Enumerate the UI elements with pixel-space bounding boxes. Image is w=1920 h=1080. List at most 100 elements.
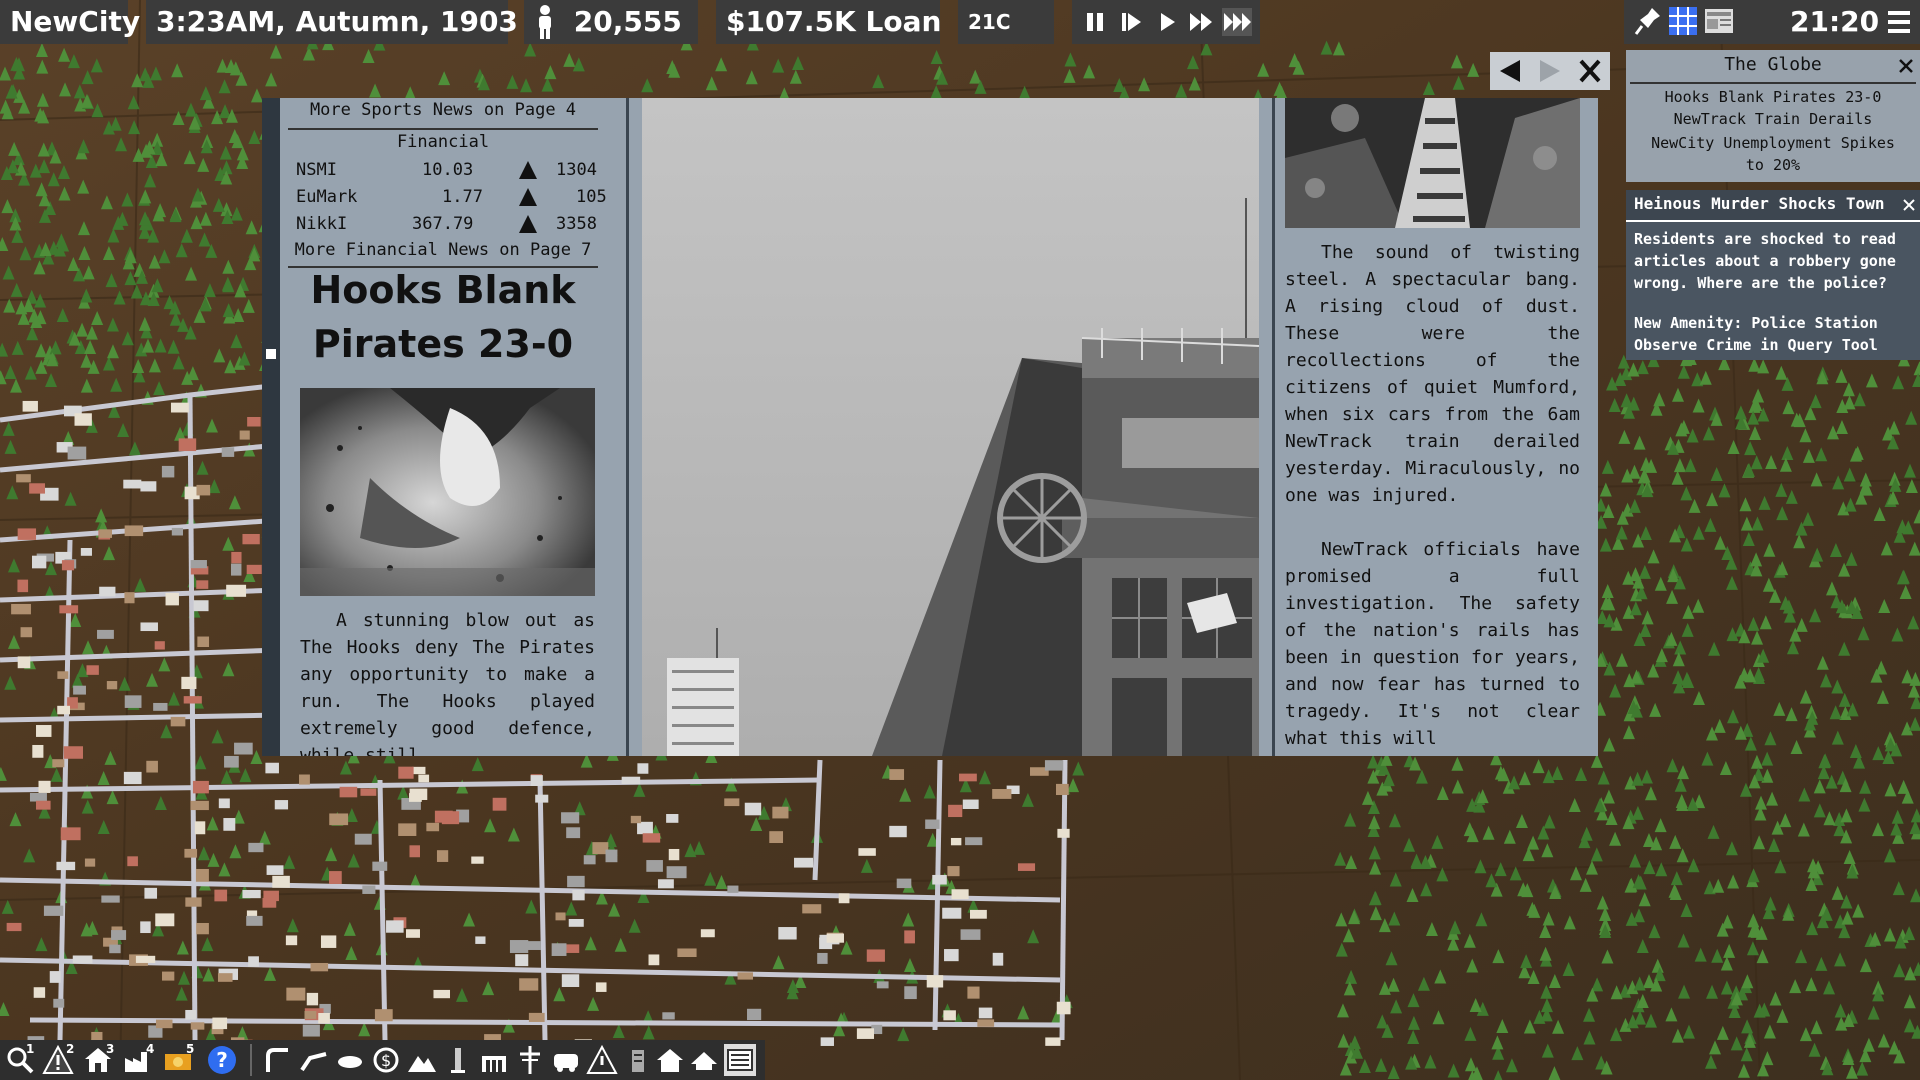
house: [858, 848, 876, 856]
close-icon[interactable]: [1902, 198, 1916, 212]
close-newspaper-button[interactable]: [1570, 52, 1610, 90]
newspaper-left-border: [262, 98, 280, 756]
amenity-line-2: Observe Crime in Query Tool: [1634, 336, 1878, 354]
house: [398, 766, 414, 779]
city-name-box[interactable]: NewCity: [0, 0, 140, 44]
help-button[interactable]: ?: [208, 1046, 236, 1074]
play-icon[interactable]: [1152, 8, 1182, 36]
stock-value: 10.03: [422, 160, 474, 180]
newspaper-icon[interactable]: [1704, 6, 1734, 36]
fast-forward-icon[interactable]: [1186, 8, 1216, 36]
house: [196, 922, 209, 935]
sports-headline-line1[interactable]: Hooks Blank: [280, 268, 606, 312]
house: [926, 975, 944, 988]
train-column: The sound of twisting steel. A spectacul…: [1275, 98, 1598, 756]
house: [666, 866, 687, 879]
house: [140, 921, 151, 934]
building-tool-icon[interactable]: [622, 1044, 654, 1076]
house: [153, 702, 168, 711]
scroll-marker[interactable]: [266, 349, 276, 359]
house: [196, 484, 211, 496]
house: [820, 1037, 834, 1046]
house: [737, 972, 753, 980]
house: [124, 592, 135, 604]
house: [140, 481, 157, 492]
house: [951, 889, 969, 900]
house: [838, 893, 850, 904]
newspaper-tool-icon[interactable]: [724, 1044, 756, 1076]
stock-volume: 3358: [556, 214, 597, 234]
house: [196, 580, 209, 589]
house: [99, 586, 116, 597]
house: [866, 949, 885, 962]
transport-tool-icon[interactable]: [550, 1044, 582, 1076]
close-icon: [1579, 59, 1601, 83]
house: [426, 822, 440, 832]
transit-tool-icon[interactable]: [334, 1044, 366, 1076]
tower-tool-icon[interactable]: [442, 1044, 474, 1076]
rule: [288, 128, 598, 130]
house: [535, 794, 549, 803]
zoning-tool-icon[interactable]: $: [370, 1044, 402, 1076]
population-text: 20,555: [573, 5, 682, 38]
step-icon[interactable]: [1116, 8, 1146, 36]
power-tool-icon[interactable]: [514, 1044, 546, 1076]
house: [265, 762, 279, 774]
globe-headline[interactable]: NewCity Unemployment Spikes to 20%: [1646, 132, 1900, 176]
house: [876, 981, 889, 989]
house: [43, 905, 64, 916]
temperature-text: 21C: [968, 10, 1011, 34]
amenity-tool-icon[interactable]: [478, 1044, 510, 1076]
pin-icon[interactable]: [1634, 6, 1662, 36]
population-box[interactable]: 20,555: [524, 0, 698, 44]
house: [230, 563, 242, 576]
grid-icon[interactable]: [1668, 6, 1698, 36]
house: [84, 858, 96, 867]
house: [329, 813, 349, 826]
house: [59, 605, 79, 614]
house: [744, 802, 762, 816]
house: [959, 773, 977, 782]
house: [992, 789, 1012, 799]
house: [318, 1012, 330, 1024]
house: [161, 465, 175, 478]
house: [146, 760, 158, 773]
previous-page-button[interactable]: [1490, 52, 1530, 90]
terrain-tool-icon[interactable]: [406, 1044, 438, 1076]
globe-panel: The Globe Hooks Blank Pirates 23-0 NewTr…: [1626, 50, 1920, 182]
house: [49, 971, 61, 983]
house: [124, 695, 142, 708]
road-tool-icon[interactable]: [262, 1044, 294, 1076]
stock-row: NSMI 10.03 1304: [280, 160, 597, 186]
badge: 2: [66, 1042, 75, 1056]
house: [272, 875, 290, 888]
home-tool-icon[interactable]: [654, 1044, 686, 1076]
sports-headline-line2[interactable]: Pirates 23-0: [280, 322, 606, 366]
house: [306, 992, 319, 1006]
loan-text: $107.5K Loan: [726, 5, 942, 38]
next-page-button[interactable]: [1530, 52, 1570, 90]
house: [405, 929, 420, 938]
expressway-tool-icon[interactable]: [298, 1044, 330, 1076]
fastest-forward-icon[interactable]: [1222, 8, 1252, 36]
shelter-tool-icon[interactable]: [688, 1044, 720, 1076]
badge: 1: [26, 1042, 35, 1056]
financial-more-link[interactable]: More Financial News on Page 7: [280, 240, 606, 260]
house: [57, 705, 71, 715]
pause-icon[interactable]: [1080, 8, 1110, 36]
close-icon[interactable]: [1898, 58, 1914, 74]
house: [61, 560, 75, 571]
menu-icon[interactable]: [1886, 8, 1912, 36]
house: [246, 915, 263, 926]
house: [648, 954, 660, 966]
house: [310, 962, 329, 972]
house: [106, 681, 118, 690]
house: [977, 1019, 995, 1027]
alert-panel: Heinous Murder Shocks Town Residents are…: [1626, 190, 1920, 360]
house: [140, 622, 158, 632]
globe-headline[interactable]: NewTrack Train Derails: [1626, 110, 1920, 128]
sports-more-link[interactable]: More Sports News on Page 4: [280, 100, 606, 120]
bulldoze-tool-icon[interactable]: [586, 1044, 618, 1076]
globe-headline[interactable]: Hooks Blank Pirates 23-0: [1626, 88, 1920, 106]
loan-box[interactable]: $107.5K Loan: [716, 0, 942, 44]
